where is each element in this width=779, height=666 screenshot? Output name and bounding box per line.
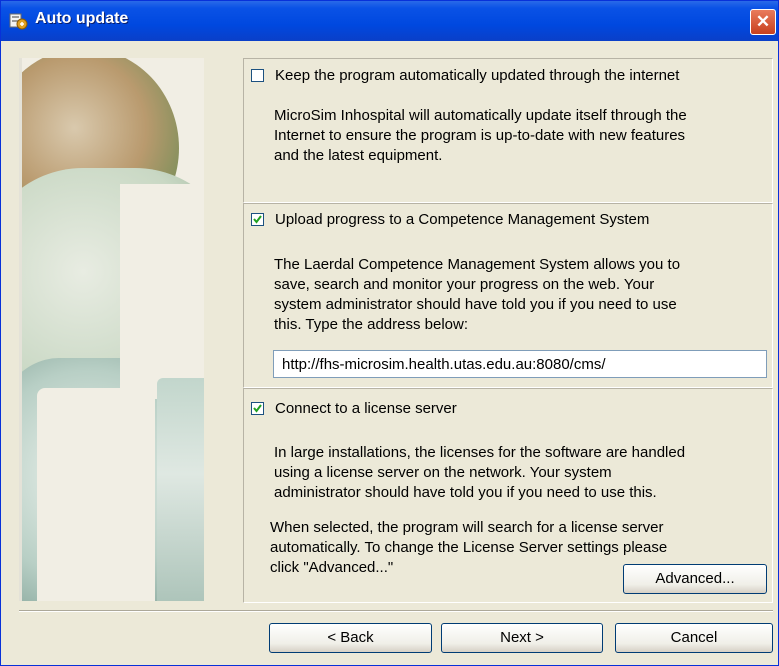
window-title: Auto update [35, 10, 129, 27]
cms-address-input[interactable] [273, 350, 767, 378]
auto-update-label: Keep the program automatically updated t… [275, 67, 680, 84]
close-icon: ✕ [755, 12, 771, 31]
license-server-description: In large installations, the licenses for… [274, 444, 686, 501]
license-server-checkbox[interactable] [251, 402, 264, 415]
app-icon [8, 11, 28, 31]
cancel-button[interactable]: Cancel [615, 623, 773, 653]
title-bar[interactable]: Auto update ✕ [1, 1, 778, 41]
upload-progress-description: The Laerdal Competence Management System… [274, 256, 681, 333]
close-button[interactable]: ✕ [750, 9, 776, 35]
upload-progress-label: Upload progress to a Competence Manageme… [275, 211, 650, 228]
check-icon [253, 404, 262, 413]
auto-update-checkbox[interactable] [251, 69, 264, 82]
side-photo [19, 58, 204, 601]
check-icon [253, 215, 262, 224]
back-button[interactable]: < Back [269, 623, 432, 653]
auto-update-dialog: Auto update ✕ Keep the program automatic… [0, 0, 779, 666]
auto-update-description: MicroSim Inhospital will automatically u… [274, 107, 687, 164]
auto-update-section: Keep the program automatically updated t… [243, 58, 773, 203]
advanced-button[interactable]: Advanced... [623, 564, 767, 594]
license-server-label: Connect to a license server [275, 400, 457, 417]
upload-progress-checkbox[interactable] [251, 213, 264, 226]
footer-separator [19, 610, 773, 612]
next-button[interactable]: Next > [441, 623, 603, 653]
